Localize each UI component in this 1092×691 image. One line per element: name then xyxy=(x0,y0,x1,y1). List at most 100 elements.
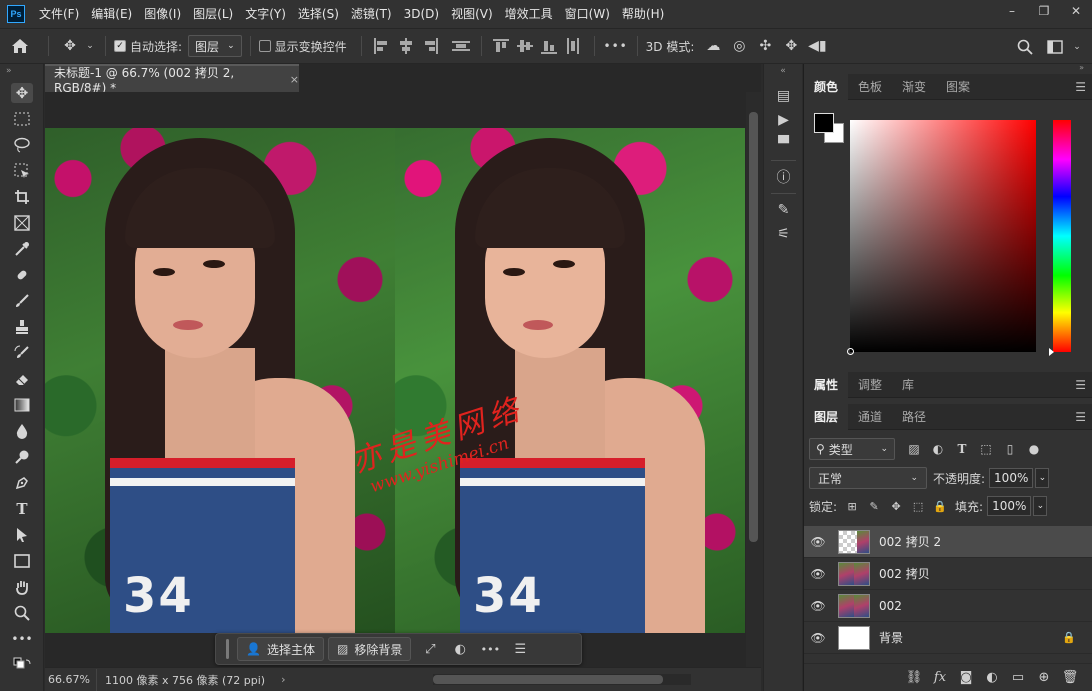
layer-row[interactable]: 👁 002 拷贝 xyxy=(804,558,1092,590)
visibility-eye-icon[interactable]: 👁 xyxy=(804,567,832,581)
color-picker-handle[interactable] xyxy=(847,348,854,355)
auto-select-checkbox[interactable]: ✓ xyxy=(114,40,126,52)
panel-menu-icon[interactable]: ☰ xyxy=(1075,410,1086,424)
crop-tool-icon[interactable] xyxy=(0,184,44,210)
move-tool-icon[interactable]: ✥ xyxy=(0,80,44,106)
minimize-button[interactable]: – xyxy=(996,0,1028,22)
panel-menu-icon[interactable]: ☰ xyxy=(1075,378,1086,392)
new-adjustment-layer-icon[interactable]: ◐ xyxy=(979,670,1005,685)
object-selection-tool-icon[interactable] xyxy=(0,158,44,184)
tab-swatches[interactable]: 色板 xyxy=(848,74,892,100)
pen-tool-icon[interactable] xyxy=(0,470,44,496)
align-vertical-centers-icon[interactable] xyxy=(516,38,535,54)
hand-tool-icon[interactable] xyxy=(0,574,44,600)
layer-row[interactable]: 👁 002 拷贝 2 xyxy=(804,526,1092,558)
collapse-panel-icon[interactable]: » xyxy=(804,64,1092,74)
close-icon[interactable]: × xyxy=(290,73,299,86)
align-horizontal-centers-icon[interactable] xyxy=(397,38,415,54)
zoom-level-field[interactable]: 66.67% xyxy=(45,668,97,691)
foreground-color-swatch[interactable] xyxy=(814,113,834,133)
canvas-area[interactable]: 34 34 亦是美网络 www.yishimei.cn xyxy=(45,92,761,667)
lock-all-icon[interactable]: 🔒 xyxy=(929,496,951,516)
collapse-panel-icon[interactable]: » xyxy=(0,64,43,80)
menu-layer[interactable]: 图层(L) xyxy=(187,0,239,28)
delete-layer-trash-icon[interactable]: 🗑 xyxy=(1057,670,1083,685)
close-window-button[interactable]: ✕ xyxy=(1060,0,1092,22)
filter-type-layers-icon[interactable]: T xyxy=(951,438,973,460)
chevron-down-icon[interactable]: ⌄ xyxy=(1035,468,1050,488)
more-options-button[interactable]: ••• xyxy=(475,637,505,661)
layer-row[interactable]: 👁 背景 🔒 xyxy=(804,622,1092,654)
menu-type[interactable]: 文字(Y) xyxy=(239,0,292,28)
tab-layers[interactable]: 图层 xyxy=(804,403,849,430)
tab-gradients[interactable]: 渐变 xyxy=(892,74,936,100)
drag-handle[interactable] xyxy=(226,639,229,659)
select-subject-button[interactable]: 👤 选择主体 xyxy=(237,637,324,661)
rectangle-tool-icon[interactable] xyxy=(0,548,44,574)
tab-paths[interactable]: 路径 xyxy=(892,404,936,430)
lock-transparent-pixels-icon[interactable]: ⊞ xyxy=(841,496,863,516)
eraser-tool-icon[interactable] xyxy=(0,366,44,392)
default-colors-icon[interactable] xyxy=(0,652,44,678)
chevron-down-icon[interactable]: ⌄ xyxy=(1033,496,1048,516)
menu-edit[interactable]: 编辑(E) xyxy=(85,0,138,28)
3d-orbit-icon[interactable]: ☁ xyxy=(700,28,726,64)
visibility-eye-icon[interactable]: 👁 xyxy=(804,599,832,613)
brush-settings-icon[interactable]: ✎ xyxy=(764,198,803,222)
add-mask-icon[interactable]: ◙ xyxy=(953,670,979,685)
filter-smart-objects-icon[interactable]: ▯ xyxy=(999,438,1021,460)
document-info[interactable]: 1100 像素 x 756 像素 (72 ppi) xyxy=(97,672,265,688)
remove-background-button[interactable]: ▨ 移除背景 xyxy=(327,637,412,661)
distribute-vertical-icon[interactable] xyxy=(451,38,470,54)
vertical-scroll-thumb[interactable] xyxy=(749,112,758,542)
horizontal-scroll-thumb[interactable] xyxy=(433,675,663,684)
auto-select-target-dropdown[interactable]: 图层 ⌄ xyxy=(188,35,242,57)
comments-icon[interactable]: ▀ xyxy=(764,132,803,156)
3d-pan-icon[interactable]: ✣ xyxy=(752,28,778,64)
home-icon[interactable] xyxy=(0,28,40,64)
type-tool-icon[interactable]: T xyxy=(0,496,44,522)
tab-properties[interactable]: 属性 xyxy=(804,371,849,398)
filter-adjustment-layers-icon[interactable]: ◐ xyxy=(927,438,949,460)
dodge-tool-icon[interactable] xyxy=(0,444,44,470)
history-brush-tool-icon[interactable] xyxy=(0,340,44,366)
status-menu-arrow[interactable]: › xyxy=(281,673,285,686)
settings-sliders-icon[interactable]: ☰ xyxy=(505,637,535,661)
zoom-tool-icon[interactable] xyxy=(0,600,44,626)
document-tab[interactable]: 未标题-1 @ 66.7% (002 拷贝 2, RGB/8#) * × xyxy=(45,64,299,95)
hue-slider-handle[interactable] xyxy=(1049,348,1054,356)
tab-color[interactable]: 颜色 xyxy=(804,73,849,100)
align-left-edges-icon[interactable] xyxy=(373,38,391,54)
path-selection-tool-icon[interactable] xyxy=(0,522,44,548)
adjustment-icon[interactable]: ◐ xyxy=(445,637,475,661)
new-group-folder-icon[interactable]: ▭ xyxy=(1005,670,1031,685)
opacity-field[interactable]: 100% xyxy=(989,468,1034,488)
align-top-edges-icon[interactable] xyxy=(492,38,511,54)
move-tool-preset-icon[interactable]: ✥ xyxy=(57,28,83,64)
menu-window[interactable]: 窗口(W) xyxy=(559,0,616,28)
blend-mode-dropdown[interactable]: 正常 ⌄ xyxy=(809,467,927,489)
healing-brush-tool-icon[interactable] xyxy=(0,262,44,288)
tab-patterns[interactable]: 图案 xyxy=(936,74,980,100)
visibility-eye-icon[interactable]: 👁 xyxy=(804,631,832,645)
gradient-tool-icon[interactable] xyxy=(0,392,44,418)
tab-adjustments[interactable]: 调整 xyxy=(848,372,892,398)
distribute-horizontal-icon[interactable] xyxy=(565,38,583,54)
search-icon[interactable] xyxy=(1010,29,1040,65)
collapse-panel-icon[interactable]: « xyxy=(764,64,802,80)
maximize-button[interactable]: ❐ xyxy=(1028,0,1060,22)
fill-field[interactable]: 100% xyxy=(987,496,1032,516)
brush-tool-icon[interactable] xyxy=(0,288,44,314)
filter-pixel-layers-icon[interactable]: ▨ xyxy=(903,438,925,460)
tab-libraries[interactable]: 库 xyxy=(892,372,924,398)
chevron-down-icon[interactable]: ⌄ xyxy=(1070,29,1084,65)
lock-image-pixels-icon[interactable]: ✎ xyxy=(863,496,885,516)
eyedropper-tool-icon[interactable] xyxy=(0,236,44,262)
clone-stamp-tool-icon[interactable] xyxy=(0,314,44,340)
edit-toolbar-icon[interactable]: ••• xyxy=(0,626,44,652)
menu-view[interactable]: 视图(V) xyxy=(445,0,499,28)
menu-plugins[interactable]: 增效工具 xyxy=(499,0,559,28)
lasso-tool-icon[interactable] xyxy=(0,132,44,158)
align-bottom-edges-icon[interactable] xyxy=(540,38,559,54)
filter-toggle-icon[interactable]: ● xyxy=(1023,438,1045,460)
